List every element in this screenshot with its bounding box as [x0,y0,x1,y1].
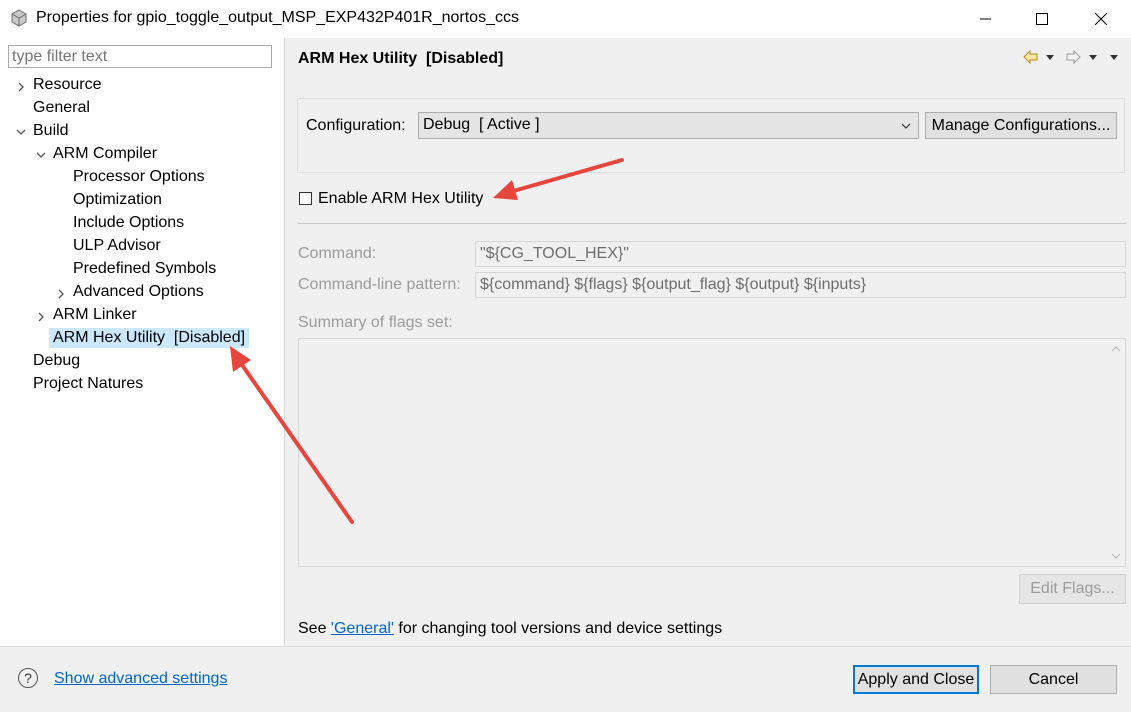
tree-item-include-options[interactable]: Include Options [73,213,184,233]
navigation-toolbar [1023,49,1118,65]
tree-item-general[interactable]: General [33,98,90,118]
chevron-right-icon[interactable] [15,81,27,93]
enable-hex-utility-label[interactable]: Enable ARM Hex Utility [318,190,483,208]
show-advanced-settings-link[interactable]: Show advanced settings [54,670,227,688]
window-title: Properties for gpio_toggle_output_MSP_EX… [36,9,519,26]
tree-item-predefined-symbols[interactable]: Predefined Symbols [73,259,216,279]
chevron-right-icon[interactable] [35,311,47,323]
chevron-down-icon [901,123,911,129]
tree-item-debug[interactable]: Debug [33,351,80,371]
close-icon [1095,13,1107,25]
tree-item-build[interactable]: Build [33,121,69,141]
cancel-button[interactable]: Cancel [990,665,1117,694]
chevron-down-icon[interactable] [15,126,27,138]
close-button[interactable] [1078,0,1124,38]
page-title: ARM Hex Utility [Disabled] [298,50,504,67]
maximize-button[interactable] [1019,0,1065,38]
tree-item-arm-compiler[interactable]: ARM Compiler [53,144,157,164]
command-label: Command: [298,245,377,262]
menu-icon[interactable] [1110,55,1118,60]
bottom-divider [0,646,1131,647]
manage-configurations-button[interactable]: Manage Configurations... [925,112,1117,139]
tree-item-optimization[interactable]: Optimization [73,190,162,210]
minimize-icon [980,18,991,20]
minimize-button[interactable] [963,0,1009,38]
filter-input[interactable] [8,45,272,68]
general-link[interactable]: 'General' [331,620,394,637]
configuration-value: Debug [ Active ] [423,116,540,133]
forward-arrow-icon[interactable] [1066,49,1081,65]
chevron-down-icon[interactable] [35,149,47,161]
dropdown-icon[interactable] [1089,55,1097,60]
command-line-pattern-field[interactable]: ${command} ${flags} ${output_flag} ${out… [475,272,1126,298]
chevron-right-icon[interactable] [55,288,67,300]
summary-of-flags-textarea[interactable] [298,338,1126,567]
summary-label: Summary of flags set: [298,314,453,331]
footer-note: See 'General' for changing tool versions… [298,620,722,638]
command-field[interactable]: "${CG_TOOL_HEX}" [475,241,1126,267]
tree-item-project-natures[interactable]: Project Natures [33,374,143,394]
configuration-label: Configuration: [306,117,406,134]
enable-hex-utility-checkbox[interactable] [299,192,312,205]
maximize-icon [1036,13,1048,25]
divider [298,223,1126,224]
tree-item-ulp-advisor[interactable]: ULP Advisor [73,236,161,256]
back-arrow-icon[interactable] [1023,49,1038,65]
dropdown-icon[interactable] [1046,55,1054,60]
footer-prefix: See [298,620,331,637]
footer-suffix: for changing tool versions and device se… [393,620,723,637]
help-icon[interactable]: ? [18,668,38,688]
edit-flags-button[interactable]: Edit Flags... [1019,574,1126,604]
apply-and-close-button[interactable]: Apply and Close [853,665,979,694]
tree-item-resource[interactable]: Resource [33,75,101,95]
tree-item-arm-linker[interactable]: ARM Linker [53,305,137,325]
app-icon [11,9,27,27]
tree-item-processor-options[interactable]: Processor Options [73,167,205,187]
configuration-select[interactable]: Debug [ Active ] [418,112,919,139]
scroll-up-icon[interactable] [1111,345,1121,353]
scroll-down-icon[interactable] [1111,552,1121,560]
tree-item-arm-hex-utility[interactable]: ARM Hex Utility [Disabled] [49,328,250,348]
command-line-pattern-label: Command-line pattern: [298,276,461,293]
tree-item-advanced-options[interactable]: Advanced Options [73,282,204,302]
